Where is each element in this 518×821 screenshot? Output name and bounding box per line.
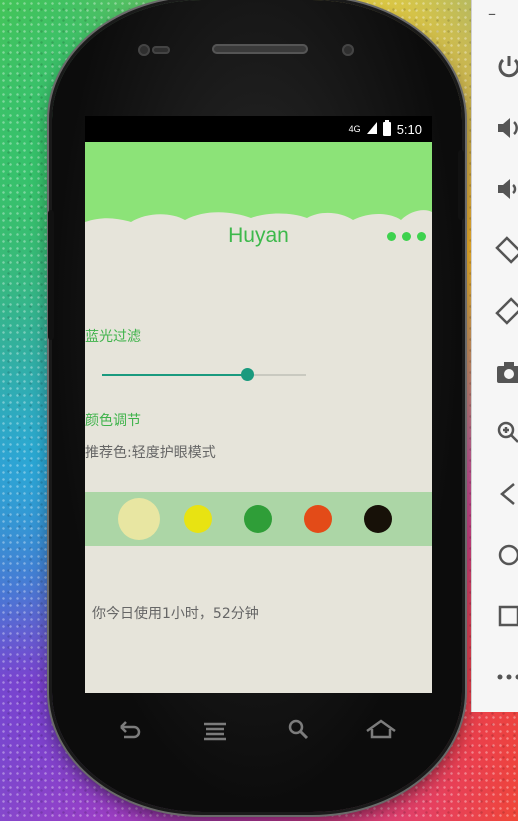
emulator-toolbar: – (472, 0, 518, 712)
camera-icon[interactable] (494, 357, 518, 387)
color-swatch-bar (85, 492, 432, 546)
blue-light-label: 蓝光过滤 (85, 329, 141, 345)
volume-rocker (48, 210, 54, 340)
volume-up-icon[interactable] (494, 113, 518, 143)
clock: 5:10 (396, 121, 422, 137)
swatch-green[interactable] (244, 505, 272, 533)
app-header: Huyan (85, 142, 432, 262)
slider-thumb[interactable] (240, 368, 254, 381)
battery-icon (382, 120, 391, 136)
slider-fill (102, 374, 247, 376)
earpiece-speaker (212, 44, 308, 54)
usage-text: 你今日使用1小时，52分钟 (92, 606, 259, 622)
swatch-yellow[interactable] (184, 505, 212, 533)
home-key-icon[interactable] (364, 715, 398, 745)
minimize-button[interactable]: – (488, 4, 496, 23)
recommend-text: 推荐色:轻度护眼模式 (85, 445, 216, 461)
phone-screen: 4G 5:10 Huyan 蓝光过滤 颜色调节 推荐色:轻度护眼模式 你今日使用… (85, 116, 432, 693)
zoom-icon[interactable] (494, 418, 518, 448)
home-icon[interactable] (494, 540, 518, 570)
app-title: Huyan (228, 224, 289, 247)
status-bar: 4G 5:10 (85, 116, 432, 142)
menu-key-icon[interactable] (198, 715, 232, 745)
blue-light-slider[interactable] (102, 368, 306, 381)
phone-frame: 4G 5:10 Huyan 蓝光过滤 颜色调节 推荐色:轻度护眼模式 你今日使用… (48, 0, 464, 812)
search-key-icon[interactable] (282, 715, 316, 745)
rotate-right-icon[interactable] (494, 296, 518, 326)
swatch-black[interactable] (364, 505, 392, 533)
power-key (458, 150, 464, 220)
signal-icon (366, 121, 377, 137)
cloud-decoration (85, 210, 432, 262)
overflow-menu-icon[interactable] (387, 232, 426, 241)
network-indicator: 4G (348, 124, 361, 134)
power-icon[interactable] (494, 52, 518, 82)
color-adjust-label: 颜色调节 (85, 413, 141, 429)
rotate-left-icon[interactable] (494, 235, 518, 265)
front-camera (342, 44, 354, 56)
more-icon[interactable] (494, 662, 518, 692)
proximity-sensor (152, 46, 170, 54)
overview-icon[interactable] (494, 601, 518, 631)
back-key-icon[interactable] (112, 715, 146, 745)
hardware-nav-keys (112, 715, 402, 745)
back-icon[interactable] (494, 479, 518, 509)
front-sensor (138, 44, 150, 56)
swatch-orange[interactable] (304, 505, 332, 533)
swatch-light-yellow[interactable] (118, 498, 160, 540)
volume-down-icon[interactable] (494, 174, 518, 204)
